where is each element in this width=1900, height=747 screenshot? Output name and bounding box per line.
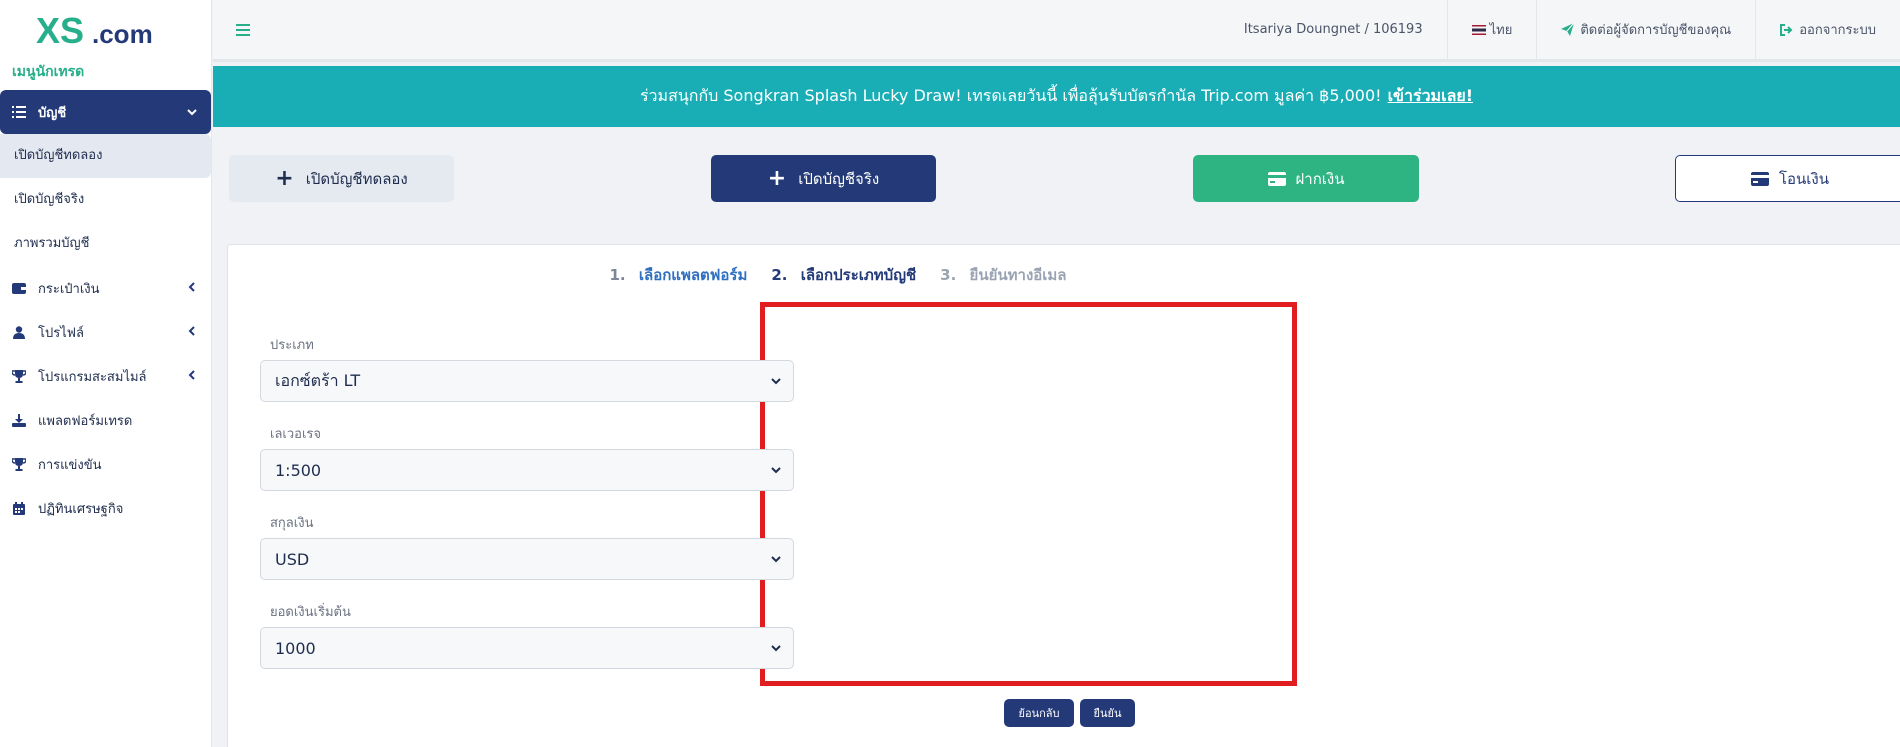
sidebar-item-label: แพลตฟอร์มเทรด	[38, 413, 133, 429]
sidebar-item-label: โปรไฟล์	[38, 325, 84, 341]
sidebar-item-label: การแข่งขัน	[38, 457, 102, 473]
step-choose-platform[interactable]: 1. เลือกแพลตฟอร์ม	[610, 263, 748, 287]
promo-banner: ร่วมสนุกกับ Songkran Splash Lucky Draw! …	[213, 66, 1900, 127]
currency-select[interactable]: USD	[260, 538, 794, 580]
back-button[interactable]: ย้อนกลับ	[1004, 699, 1074, 727]
sidebar-item-miles[interactable]: โปรแกรมสะสมไมล์	[0, 354, 211, 398]
chevron-left-icon	[185, 280, 199, 296]
chevron-down-icon	[771, 644, 781, 652]
step-choose-account-type: 2. เลือกประเภทบัญชี	[771, 263, 916, 287]
chevron-down-icon	[771, 555, 781, 563]
paper-plane-icon	[1561, 23, 1575, 36]
logout-link[interactable]: ออกจากระบบ	[1755, 0, 1900, 59]
step-label: เลือกประเภทบัญชี	[800, 266, 917, 284]
top-right-menu: Itsariya Doungnet / 106193 ไทย ติดต่อผู้…	[1220, 0, 1900, 59]
sidebar-item-label: บัญชี	[38, 105, 67, 121]
sidebar-item-competitions[interactable]: การแข่งขัน	[0, 442, 211, 486]
open-real-account-button[interactable]: + เปิดบัญชีจริง	[711, 155, 936, 202]
contact-manager-link[interactable]: ติดต่อผู้จัดการบัญชีของคุณ	[1536, 0, 1755, 59]
initial-balance-value: 1000	[275, 638, 316, 658]
user-account-info[interactable]: Itsariya Doungnet / 106193	[1220, 0, 1447, 59]
deposit-label: ฝากเงิน	[1295, 169, 1345, 188]
promo-banner-cta-link[interactable]: เข้าร่วมเลย!	[1388, 84, 1473, 109]
initial-balance-label: ยอดเงินเริ่มต้น	[270, 605, 351, 620]
chevron-down-icon	[771, 466, 781, 474]
account-type-select[interactable]: เอกซ์ตร้า LT	[260, 360, 794, 402]
confirm-button[interactable]: ยืนยัน	[1080, 699, 1135, 727]
step-label: เลือกแพลตฟอร์ม	[638, 266, 748, 284]
sidebar-item-platforms[interactable]: แพลตฟอร์มเทรด	[0, 398, 211, 442]
download-icon	[12, 413, 26, 427]
logout-icon	[1780, 23, 1793, 36]
step-label: ยืนยันทางอีเมล	[969, 266, 1067, 284]
step-number: 1.	[609, 266, 626, 284]
chevron-down-icon	[771, 377, 781, 385]
top-bar: Itsariya Doungnet / 106193 ไทย ติดต่อผู้…	[213, 0, 1900, 62]
plus-icon: +	[275, 165, 294, 191]
chevron-left-icon	[185, 368, 199, 384]
sidebar-item-account[interactable]: บัญชี	[0, 90, 211, 134]
language-label: ไทย	[1489, 23, 1513, 38]
highlighted-form-area	[760, 302, 1297, 686]
language-switcher[interactable]: ไทย	[1446, 0, 1537, 59]
xs-logo-graphic: XS .com	[36, 11, 153, 51]
svg-text:XS: XS	[36, 11, 84, 51]
sidebar-subitem-open-real[interactable]: เปิดบัญชีจริง	[0, 178, 211, 222]
step-email-confirmation: 3. ยืนยันทางอีเมล	[940, 263, 1066, 287]
open-demo-account-button[interactable]: + เปิดบัญชีทดลอง	[229, 155, 454, 202]
currency-value: USD	[275, 549, 310, 569]
sidebar-subitem-open-demo[interactable]: เปิดบัญชีทดลอง	[0, 134, 211, 178]
sidebar-item-label: โปรแกรมสะสมไมล์	[38, 369, 147, 385]
currency-label: สกุลเงิน	[270, 516, 314, 531]
promo-banner-text: ร่วมสนุกกับ Songkran Splash Lucky Draw! …	[639, 86, 1382, 105]
xs-logo[interactable]: XS .com	[0, 0, 211, 62]
open-demo-account-label: เปิดบัญชีทดลอง	[305, 169, 408, 188]
sidebar-item-profile[interactable]: โปรไฟล์	[0, 310, 211, 354]
calendar-icon	[12, 501, 26, 515]
sidebar-item-label: กระเป๋าเงิน	[38, 281, 100, 297]
wizard-steps: 1. เลือกแพลตฟอร์ม 2. เลือกประเภทบัญชี 3.…	[228, 263, 1448, 287]
user-account-label: Itsariya Doungnet / 106193	[1243, 22, 1423, 37]
contact-manager-label: ติดต่อผู้จัดการบัญชีของคุณ	[1580, 23, 1732, 38]
leverage-value: 1:500	[275, 460, 322, 480]
step-number: 3.	[940, 266, 957, 284]
deposit-button[interactable]: ฝากเงิน	[1193, 155, 1419, 202]
currency-field: สกุลเงิน USD	[260, 514, 794, 580]
svg-text:.com: .com	[92, 19, 153, 49]
chevron-left-icon	[185, 324, 199, 340]
wallet-icon	[12, 281, 26, 295]
user-icon	[12, 325, 26, 339]
open-real-account-label: เปิดบัญชีจริง	[798, 169, 880, 188]
transfer-label: โอนเงิน	[1778, 169, 1830, 188]
initial-balance-select[interactable]: 1000	[260, 627, 794, 669]
hamburger-menu-icon[interactable]	[223, 10, 263, 50]
chevron-down-icon	[185, 104, 199, 120]
sidebar-subitem-overview[interactable]: ภาพรวมบัญชี	[0, 222, 211, 266]
leverage-label: เลเวอเรจ	[270, 427, 322, 442]
leverage-select[interactable]: 1:500	[260, 449, 794, 491]
trophy-icon	[12, 369, 26, 383]
trophy-icon	[12, 457, 26, 471]
logout-label: ออกจากระบบ	[1799, 23, 1876, 38]
sidebar: XS .com เมนูนักเทรด บัญชี เปิดบัญชีทดลอง…	[0, 0, 212, 747]
list-icon	[12, 105, 26, 119]
initial-balance-field: ยอดเงินเริ่มต้น 1000	[260, 603, 794, 669]
step-number: 2.	[771, 266, 788, 284]
transfer-button[interactable]: โอนเงิน	[1675, 155, 1900, 202]
credit-card-icon	[1267, 171, 1286, 186]
open-account-card: 1. เลือกแพลตฟอร์ม 2. เลือกประเภทบัญชี 3.…	[227, 244, 1900, 747]
credit-card-icon	[1750, 171, 1769, 186]
thai-flag-icon	[1471, 24, 1486, 35]
account-type-field: ประเภท เอกซ์ตร้า LT	[260, 336, 794, 402]
plus-icon: +	[767, 165, 787, 191]
menu-heading: เมนูนักเทรด	[12, 64, 85, 80]
leverage-field: เลเวอเรจ 1:500	[260, 425, 794, 491]
sidebar-item-label: ปฏิทินเศรษฐกิจ	[38, 501, 124, 517]
sidebar-item-calendar[interactable]: ปฏิทินเศรษฐกิจ	[0, 486, 211, 530]
sidebar-item-wallet[interactable]: กระเป๋าเงิน	[0, 266, 211, 310]
account-type-label: ประเภท	[270, 338, 314, 353]
account-type-value: เอกซ์ตร้า LT	[275, 370, 361, 390]
